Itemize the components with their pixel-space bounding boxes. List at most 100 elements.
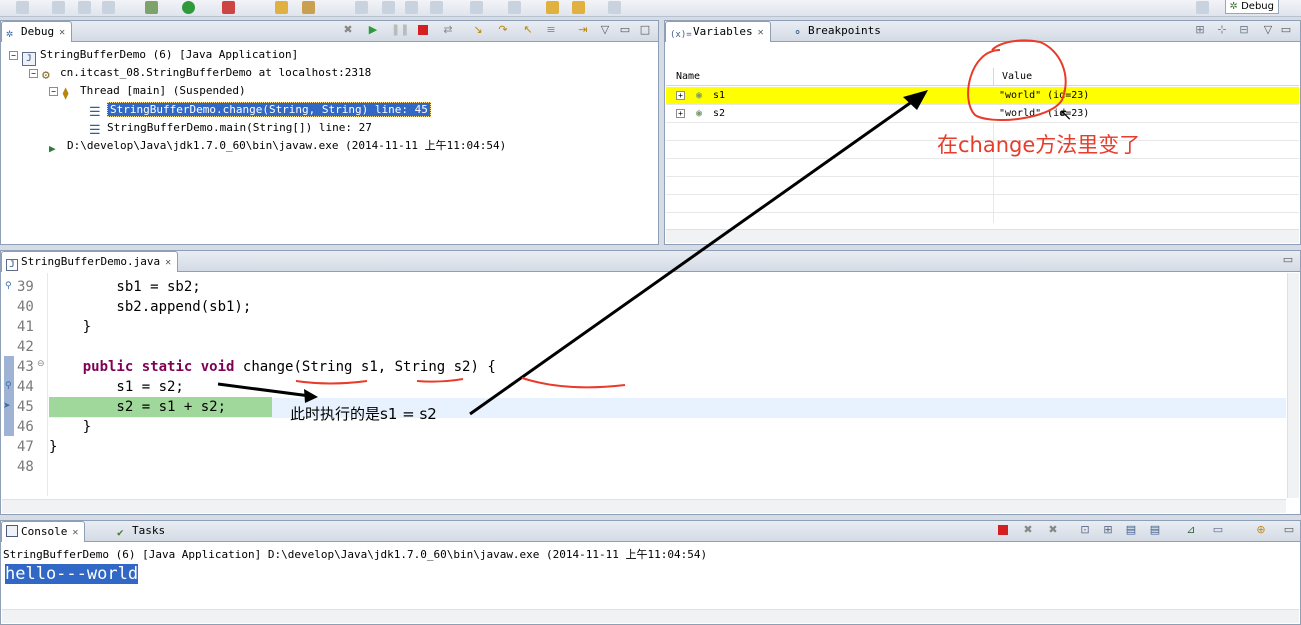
last-edit-icon[interactable] [608,1,621,14]
code-line: public static void change(String s1, Str… [82,359,496,375]
column-divider [993,68,994,85]
minimize-icon[interactable]: ▭ [1279,23,1293,37]
close-icon[interactable]: ✕ [758,23,764,43]
variable-row-s2[interactable]: + ◉ s2 "world" (id=23) [666,105,1299,123]
console-hscrollbar[interactable] [2,609,1299,623]
drop-to-frame-icon[interactable]: ≡ [544,23,558,37]
prev-annotation-icon[interactable] [508,1,521,14]
doc2-icon[interactable] [430,1,443,14]
save-all-icon[interactable] [78,1,91,14]
debug-run-icon[interactable] [145,1,158,14]
step-return-icon[interactable]: ↖ [521,23,535,37]
tab-breakpoints[interactable]: ⚬ Breakpoints [789,21,887,42]
open-console-icon[interactable]: ⊕ [1254,523,1268,537]
breakpoint-icon[interactable]: ⚲ [5,281,12,291]
edit-icon[interactable] [382,1,395,14]
open-folder-icon[interactable] [275,1,288,14]
editor-view-toolbar: ▭ [1269,253,1299,269]
tab-debug[interactable]: ✲ Debug ✕ [1,21,73,43]
clear-console-icon[interactable]: ⊡ [1078,523,1092,537]
expand-icon[interactable]: + [676,91,685,100]
tree-item-application[interactable]: − J StringBufferDemo (6) [Java Application… [9,46,298,66]
console-output[interactable]: hello---world [5,563,139,585]
forward-icon[interactable] [572,1,585,14]
code-line: s1 = s2; [49,379,184,395]
instruction-pointer-icon: ➤ [3,401,11,411]
view-menu-icon[interactable]: ▽ [598,23,612,37]
breakpoints-icon: ⚬ [793,26,803,39]
close-icon[interactable]: ✕ [59,23,65,43]
terminate-icon[interactable] [416,23,430,37]
show-on-stderr-icon[interactable]: ▤ [1148,523,1162,537]
variables-annotation: 在change方法里变了 [937,133,1141,157]
show-logical-structure-icon[interactable]: ⊹ [1215,23,1229,37]
scroll-lock-icon[interactable]: ⊞ [1101,523,1115,537]
tasks-icon: ✔ [117,526,124,539]
stack-frame-icon: ☰ [89,123,101,138]
run-icon[interactable] [182,1,195,14]
editor-hscrollbar[interactable] [2,499,1286,513]
use-step-filters-icon[interactable]: ⇥ [576,23,590,37]
variable-row-s1[interactable]: + ◉ s1 "world" (id=23) [666,87,1299,105]
suspend-icon[interactable]: ❚❚ [391,23,409,37]
step-over-icon[interactable]: ↷ [496,23,510,37]
variables-hscrollbar[interactable] [666,229,1299,243]
editor-vscrollbar[interactable] [1287,273,1299,498]
collapse-icon[interactable]: − [29,69,38,78]
remove-all-terminated-icon[interactable]: ✖ [1046,523,1060,537]
disconnect-icon[interactable]: ⇄ [441,23,455,37]
minimize-icon[interactable]: ▭ [1282,523,1296,537]
next-annotation-icon[interactable] [470,1,483,14]
save-icon[interactable] [52,1,65,14]
minimize-icon[interactable]: ▭ [1281,253,1295,267]
tab-variables[interactable]: (x)=Variables ✕ [665,21,771,42]
toggle-mark-icon[interactable] [355,1,368,14]
column-value[interactable]: Value [1002,68,1032,86]
expand-icon[interactable]: + [676,109,685,118]
close-icon[interactable]: ✕ [165,253,171,273]
tree-item-frame-change[interactable]: ☰ StringBufferDemo.change(String, String)… [89,101,431,120]
tab-console[interactable]: Console ✕ [1,521,86,543]
tab-editor-file[interactable]: J StringBufferDemo.java ✕ [1,251,179,273]
new-icon[interactable] [16,1,29,14]
variable-value: "world" (id=23) [999,108,1090,119]
close-icon[interactable]: ✕ [72,523,78,543]
collapse-icon[interactable]: ⊖ [37,359,45,369]
print-icon[interactable] [102,1,115,14]
minimize-icon[interactable]: ▭ [618,23,632,37]
perspective-switcher[interactable]: ✲ Debug [1224,0,1279,14]
terminate-icon[interactable] [996,523,1010,537]
line-number: 40 [17,299,34,315]
tab-breakpoints-label: Breakpoints [808,24,881,37]
remove-launch-icon[interactable]: ✖ [1021,523,1035,537]
tree-item-process[interactable]: ▶ D:\develop\Java\jdk1.7.0_60\bin\javaw.e… [49,137,506,155]
pin-console-icon[interactable]: ⊿ [1184,523,1198,537]
collapse-all-icon[interactable]: ⊟ [1237,23,1251,37]
console-icon [6,525,18,537]
open-perspective-icon[interactable] [1196,1,1209,14]
tab-tasks[interactable]: ✔ Tasks [113,521,171,542]
display-console-icon[interactable]: ▭ [1211,523,1225,537]
tree-item-frame-main[interactable]: ☰ StringBufferDemo.main(String[]) line: 2… [89,119,372,138]
show-on-stdout-icon[interactable]: ▤ [1124,523,1138,537]
doc-icon[interactable] [405,1,418,14]
back-icon[interactable] [546,1,559,14]
maximize-icon[interactable]: □ [638,23,652,37]
remove-terminated-icon[interactable]: ✖ [341,23,355,37]
debug-tabbar: ✲ Debug ✕ ✖ ▶ ❚❚ ⇄ ↘ ↷ ↖ ≡ ⇥ ▽ ▭ □ [1,21,658,42]
external-tools-icon[interactable] [222,1,235,14]
view-menu-icon[interactable]: ▽ [1261,23,1275,37]
collapse-icon[interactable]: − [49,87,58,96]
resume-icon[interactable]: ▶ [366,23,380,37]
tree-item-thread[interactable]: − ⧫ Thread [main] (Suspended) [49,82,246,100]
code-area[interactable]: sb1 = sb2; sb2.append(sb1); } public sta… [49,277,1286,499]
collapse-icon[interactable]: − [9,51,18,60]
tree-item-debug-target[interactable]: − ⚙ cn.itcast_08.StringBufferDemo at local… [29,64,371,83]
step-into-icon[interactable]: ↘ [471,23,485,37]
open-type-icon[interactable] [302,1,315,14]
column-name[interactable]: Name [676,68,700,86]
tab-debug-label: Debug [21,25,55,38]
breakpoint-icon[interactable]: ⚲ [5,381,12,391]
show-type-names-icon[interactable]: ⊞ [1193,23,1207,37]
